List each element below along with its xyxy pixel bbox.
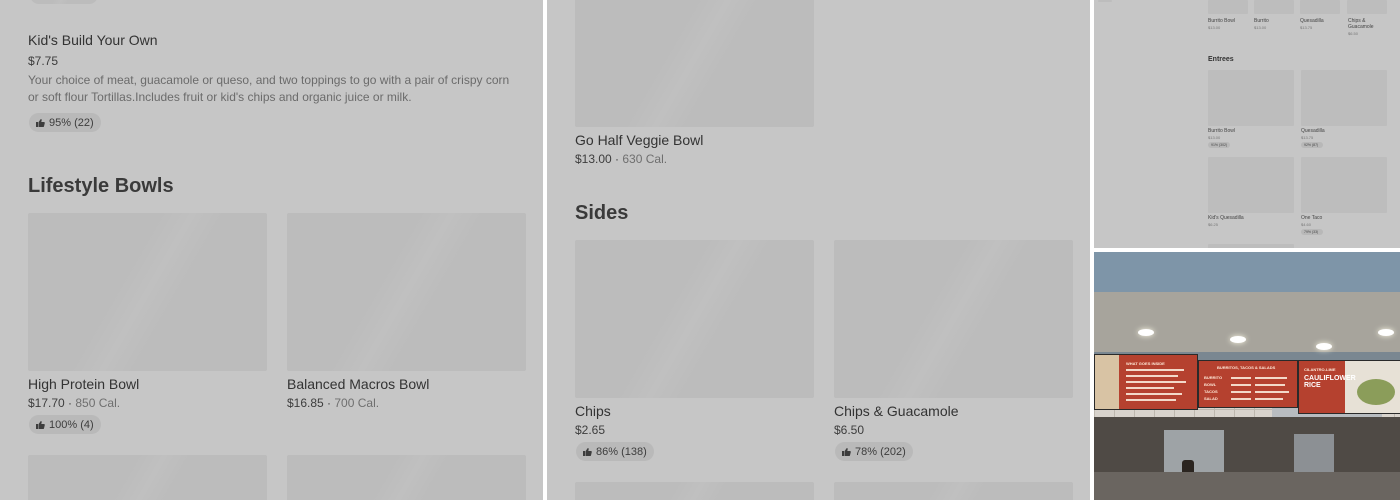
item-image-placeholder[interactable] bbox=[1254, 0, 1294, 14]
sidebar-fragment bbox=[1098, 0, 1112, 2]
item-image-placeholder[interactable] bbox=[287, 455, 526, 500]
section-heading: Sides bbox=[575, 202, 629, 224]
item-image-placeholder[interactable] bbox=[575, 0, 814, 127]
rating-text: 100% (4) bbox=[49, 418, 94, 431]
menu-row: TACOS bbox=[1204, 389, 1218, 394]
item-image-placeholder[interactable] bbox=[834, 482, 1073, 500]
rating-badge: 79% (33) bbox=[1301, 229, 1323, 235]
ceiling-light bbox=[1316, 343, 1332, 350]
item-image-placeholder[interactable] bbox=[1208, 244, 1294, 248]
item-image-placeholder[interactable] bbox=[1300, 0, 1340, 14]
item-title[interactable]: Burrito Bowl bbox=[1208, 128, 1235, 134]
counter-front bbox=[1094, 472, 1400, 500]
menu-board-title: BURRITOS, TACOS & SALADS bbox=[1217, 365, 1276, 370]
rating-text: 78% (202) bbox=[855, 445, 906, 458]
item-price-cal: $17.70 · 850 Cal. bbox=[28, 396, 121, 410]
item-price: $4.60 bbox=[1301, 222, 1312, 227]
item-title[interactable]: Chips bbox=[575, 403, 611, 419]
menu-row: SALAD bbox=[1204, 396, 1218, 401]
menu-board: WHAT GOES INSIDE bbox=[1094, 354, 1198, 410]
item-price: $13.00 bbox=[1254, 25, 1267, 30]
item-image-placeholder[interactable] bbox=[28, 213, 267, 371]
rating-text: 86% (138) bbox=[596, 445, 647, 458]
menu-board-headline: CAULIFLOWER RICE bbox=[1304, 375, 1356, 389]
item-description: Your choice of meat, guacamole or queso,… bbox=[28, 73, 510, 104]
item-price: $13.75 bbox=[1300, 25, 1313, 30]
item-price: $7.75 bbox=[28, 54, 59, 68]
item-image-placeholder[interactable] bbox=[28, 455, 267, 500]
item-image-placeholder[interactable] bbox=[1208, 70, 1294, 126]
item-title[interactable]: Burrito Bowl bbox=[1208, 18, 1235, 24]
menu-board: BURRITOS, TACOS & SALADS BURRITO BOWL TA… bbox=[1198, 360, 1298, 408]
item-price: $2.65 bbox=[575, 423, 606, 437]
rating-badge: 78% (202) bbox=[835, 442, 913, 461]
thumbs-up-icon bbox=[841, 447, 851, 457]
item-price: $13.00 bbox=[1208, 135, 1221, 140]
rating-badge: 100% (4) bbox=[29, 415, 101, 434]
rating-badge: 95% (22) bbox=[29, 113, 101, 132]
item-title[interactable]: One Taco bbox=[1301, 215, 1322, 221]
item-price: $6.50 bbox=[834, 423, 865, 437]
equipment bbox=[1294, 434, 1334, 476]
menu-screenshot-middle: Go Half Veggie Bowl $13.00 · 630 Cal. Si… bbox=[547, 0, 1090, 500]
item-image-placeholder[interactable] bbox=[1208, 0, 1248, 14]
rating-text: 95% (22) bbox=[49, 116, 94, 129]
section-heading: Lifestyle Bowls bbox=[28, 175, 174, 197]
menu-screenshot-left: Kid's Build Your Own $7.75 Your choice o… bbox=[0, 0, 543, 500]
item-price: $6.25 bbox=[1208, 222, 1219, 227]
item-image-placeholder[interactable] bbox=[1347, 0, 1387, 14]
item-image-placeholder[interactable] bbox=[834, 240, 1073, 398]
soffit bbox=[1094, 292, 1400, 352]
menu-row: BOWL bbox=[1204, 382, 1217, 387]
item-image-placeholder[interactable] bbox=[575, 240, 814, 398]
rating-badge: 92% (87) bbox=[1301, 142, 1323, 148]
item-image-placeholder[interactable] bbox=[1208, 157, 1294, 213]
item-title[interactable]: Quesadilla bbox=[1300, 18, 1324, 24]
thumbs-up-icon bbox=[582, 447, 592, 457]
item-image-placeholder[interactable] bbox=[287, 213, 526, 371]
menu-board-title: WHAT GOES INSIDE bbox=[1126, 361, 1165, 366]
item-price-cal: $16.85 · 700 Cal. bbox=[287, 396, 380, 410]
section-heading: Entrees bbox=[1208, 56, 1234, 63]
item-title[interactable]: Quesadilla bbox=[1301, 128, 1325, 134]
item-title[interactable]: Go Half Veggie Bowl bbox=[575, 132, 703, 148]
item-image-placeholder[interactable] bbox=[1301, 157, 1387, 213]
item-title[interactable]: High Protein Bowl bbox=[28, 376, 139, 392]
thumbs-up-icon bbox=[35, 118, 45, 128]
item-title[interactable]: Kid's Quesadilla bbox=[1208, 215, 1244, 221]
item-price: $6.50 bbox=[1348, 31, 1359, 36]
item-title[interactable]: Burrito bbox=[1254, 18, 1269, 24]
item-title[interactable]: Kid's Build Your Own bbox=[28, 32, 158, 48]
menu-board: CILANTRO-LIME CAULIFLOWER RICE bbox=[1298, 360, 1400, 414]
thumbs-up-icon bbox=[35, 420, 45, 430]
rating-badge: 91% (302) bbox=[1208, 142, 1230, 148]
ceiling-light bbox=[1230, 336, 1246, 343]
item-image-placeholder[interactable] bbox=[1301, 70, 1387, 126]
item-price-cal: $13.00 · 630 Cal. bbox=[575, 152, 668, 166]
restaurant-photo: WHAT GOES INSIDE BURRITOS, TACOS & SALAD… bbox=[1094, 252, 1400, 500]
item-title[interactable]: Chips & Guacamole bbox=[834, 403, 959, 419]
menu-board-title: CILANTRO-LIME bbox=[1304, 367, 1336, 372]
rating-badge-partial bbox=[30, 0, 98, 4]
menu-screenshot-small: Burrito Bowl $13.00 Burrito $13.00 Quesa… bbox=[1094, 0, 1400, 248]
item-price: $13.00 bbox=[1208, 25, 1221, 30]
item-title[interactable]: Chips & Guacamole bbox=[1348, 18, 1380, 30]
rating-badge: 86% (138) bbox=[576, 442, 654, 461]
item-price: $13.75 bbox=[1301, 135, 1314, 140]
ceiling-light bbox=[1378, 329, 1394, 336]
menu-row: BURRITO bbox=[1204, 375, 1223, 380]
item-title[interactable]: Balanced Macros Bowl bbox=[287, 376, 429, 392]
ceiling-light bbox=[1138, 329, 1154, 336]
item-image-placeholder[interactable] bbox=[575, 482, 814, 500]
